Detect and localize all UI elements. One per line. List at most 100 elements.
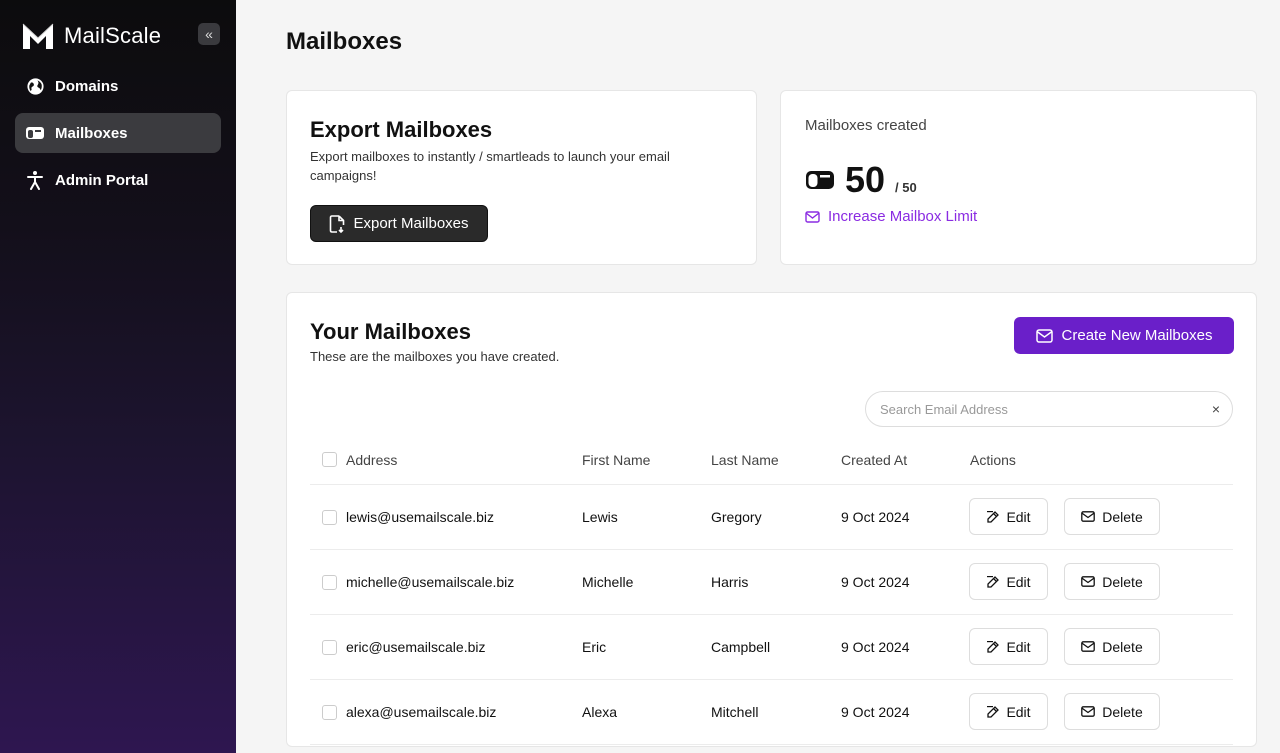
row-address: alexa@usemailscale.biz — [346, 704, 497, 720]
select-all-checkbox[interactable] — [322, 452, 337, 467]
column-header-address: Address — [346, 451, 398, 468]
globe-icon — [25, 76, 45, 96]
row-address: michelle@usemailscale.biz — [346, 574, 515, 590]
mail-icon — [1081, 641, 1096, 652]
mail-icon — [1081, 576, 1096, 587]
column-header-first-name: First Name — [582, 451, 651, 468]
row-address: lewis@usemailscale.biz — [346, 509, 495, 525]
edit-label: Edit — [1006, 573, 1031, 590]
sidebar-item-domains[interactable]: Domains — [15, 66, 221, 106]
mailbox-count-max: / 50 — [895, 180, 917, 195]
row-select-cell — [322, 680, 337, 744]
row-last-name: Harris — [711, 574, 749, 590]
row-first-name: Michelle — [582, 574, 634, 590]
row-address: eric@usemailscale.biz — [346, 639, 486, 655]
export-card-title: Export Mailboxes — [310, 117, 493, 142]
export-mailboxes-button-label: Export Mailboxes — [353, 215, 469, 232]
row-last-name: Mitchell — [711, 704, 759, 720]
row-select-cell — [322, 550, 337, 614]
table-row: eric@usemailscale.biz Eric Campbell 9 Oc… — [310, 615, 1233, 680]
row-created-at: 9 Oct 2024 — [841, 574, 910, 590]
select-all-cell — [322, 435, 337, 484]
edit-icon — [987, 575, 1000, 588]
export-mailboxes-button[interactable]: Export Mailboxes — [310, 205, 488, 242]
page-title: Mailboxes — [286, 28, 403, 55]
edit-label: Edit — [1006, 508, 1031, 525]
table-row: lewis@usemailscale.biz Lewis Gregory 9 O… — [310, 485, 1233, 550]
mailbox-count-row: 50 / 50 — [805, 159, 917, 201]
collapse-sidebar-button[interactable]: « — [198, 23, 220, 45]
edit-button[interactable]: Edit — [969, 693, 1048, 730]
table-header: Address First Name Last Name Created At … — [310, 435, 1233, 485]
table-row: michelle@usemailscale.biz Michelle Harri… — [310, 550, 1233, 615]
create-new-mailboxes-label: Create New Mailboxes — [1061, 327, 1213, 344]
delete-button[interactable]: Delete — [1064, 563, 1160, 600]
delete-label: Delete — [1102, 508, 1143, 525]
sidebar-item-label: Admin Portal — [55, 171, 149, 189]
delete-label: Delete — [1102, 638, 1143, 655]
sidebar-item-mailboxes[interactable]: Mailboxes — [15, 113, 221, 153]
mailbox-icon — [806, 171, 834, 189]
row-select-cell — [322, 615, 337, 679]
delete-button[interactable]: Delete — [1064, 693, 1160, 730]
brand-name: MailScale — [64, 23, 162, 48]
row-last-name: Campbell — [711, 639, 771, 655]
sidebar-nav: Domains Mailboxes Admin Portal — [15, 66, 221, 207]
delete-button[interactable]: Delete — [1064, 628, 1160, 665]
edit-button[interactable]: Edit — [969, 498, 1048, 535]
delete-label: Delete — [1102, 703, 1143, 720]
create-new-mailboxes-button[interactable]: Create New Mailboxes — [1014, 317, 1234, 354]
column-header-actions: Actions — [970, 451, 1016, 468]
brand[interactable]: MailScale — [22, 20, 161, 52]
row-select-cell — [322, 485, 337, 549]
export-card: Export Mailboxes Export mailboxes to ins… — [286, 90, 757, 265]
double-chevron-left-icon: « — [205, 26, 213, 42]
edit-button[interactable]: Edit — [969, 563, 1048, 600]
row-first-name: Lewis — [582, 509, 618, 525]
person-icon — [25, 170, 45, 190]
increase-mailbox-limit-label: Increase Mailbox Limit — [828, 208, 978, 225]
mailbox-count-card: Mailboxes created 50 / 50 Increase Mailb… — [780, 90, 1257, 265]
column-header-last-name: Last Name — [711, 451, 779, 468]
mailboxes-list-description: These are the mailboxes you have created… — [310, 349, 560, 364]
mailbox-icon — [25, 123, 45, 143]
row-created-at: 9 Oct 2024 — [841, 509, 910, 525]
mailscale-logo-icon — [22, 23, 54, 49]
row-last-name: Gregory — [711, 509, 762, 525]
file-export-icon — [330, 214, 345, 233]
sidebar-item-label: Mailboxes — [55, 124, 128, 142]
row-checkbox[interactable] — [322, 704, 337, 720]
row-first-name: Alexa — [582, 704, 618, 720]
mail-icon — [1081, 706, 1096, 717]
delete-button[interactable]: Delete — [1064, 498, 1160, 535]
sidebar-item-admin-portal[interactable]: Admin Portal — [15, 160, 221, 200]
mailbox-count-label: Mailboxes created — [805, 117, 927, 134]
mailboxes-table: Address First Name Last Name Created At … — [310, 435, 1233, 745]
mail-plus-icon — [1035, 328, 1053, 343]
mailbox-count-value: 50 — [845, 159, 886, 200]
edit-button[interactable]: Edit — [969, 628, 1048, 665]
sidebar: MailScale « Domains Mailboxes Admin Port… — [0, 0, 236, 753]
clear-search-icon[interactable]: × — [1212, 401, 1220, 417]
mail-icon — [805, 210, 820, 223]
column-header-created-at: Created At — [841, 451, 908, 468]
mailboxes-list-title: Your Mailboxes — [310, 319, 471, 344]
edit-label: Edit — [1006, 638, 1031, 655]
search-input[interactable] — [880, 392, 1200, 426]
edit-icon — [987, 640, 1000, 653]
row-checkbox[interactable] — [322, 509, 337, 525]
row-created-at: 9 Oct 2024 — [841, 639, 910, 655]
row-created-at: 9 Oct 2024 — [841, 704, 910, 720]
sidebar-item-label: Domains — [55, 77, 119, 95]
row-first-name: Eric — [582, 639, 607, 655]
row-checkbox[interactable] — [322, 574, 337, 590]
edit-icon — [987, 705, 1000, 718]
increase-mailbox-limit-link[interactable]: Increase Mailbox Limit — [805, 208, 977, 225]
edit-label: Edit — [1006, 703, 1031, 720]
mail-icon — [1081, 511, 1096, 522]
edit-icon — [987, 510, 1000, 523]
delete-label: Delete — [1102, 573, 1143, 590]
mailboxes-list-card: Your Mailboxes These are the mailboxes y… — [286, 292, 1257, 747]
row-checkbox[interactable] — [322, 639, 337, 655]
search-field: × — [865, 391, 1233, 427]
